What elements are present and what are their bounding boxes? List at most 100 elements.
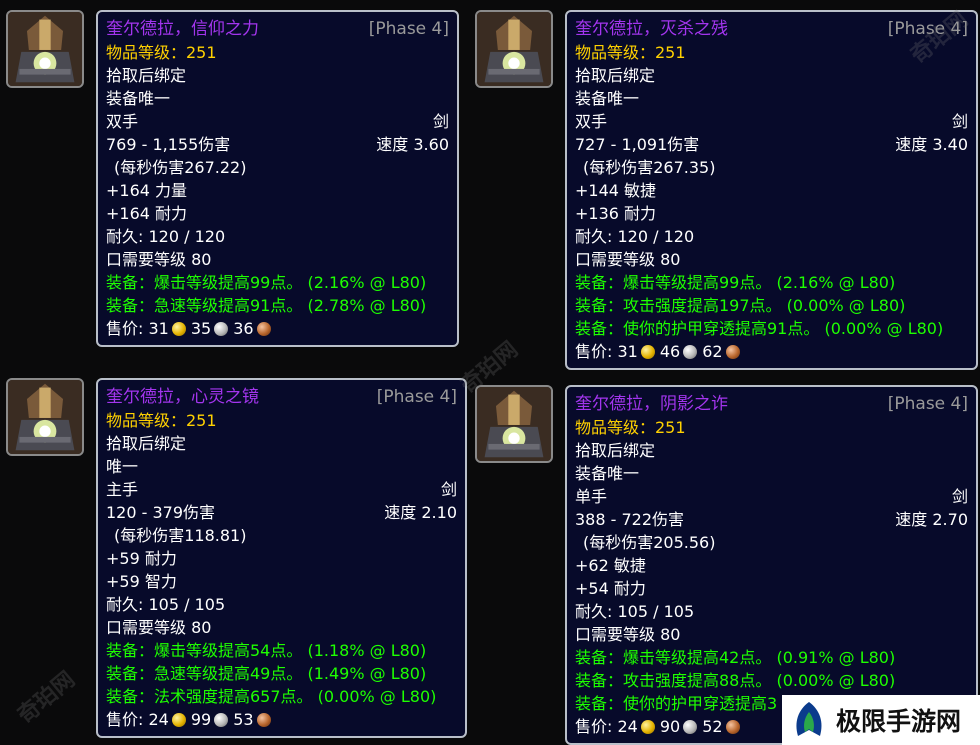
sell-price: 售价: 31 35 36 <box>106 317 449 340</box>
slot-label: 单手 <box>575 487 608 506</box>
unique-label: 装备唯一 <box>575 464 640 483</box>
bind-type: 拾取后绑定 <box>575 441 656 460</box>
sell-price: 售价: 31 46 62 <box>575 340 968 363</box>
equip-effect: 装备：急速等级提高49点。 (1.49% @ L80) <box>106 664 427 683</box>
equip-effect: 装备：爆击等级提高42点。 (0.91% @ L80) <box>575 648 896 667</box>
item-tooltip: 奎尔德拉，信仰之力 [Phase 4] 物品等级：251 拾取后绑定 装备唯一 双… <box>96 10 459 347</box>
weapon-type: 剑 <box>951 487 968 506</box>
silver-coin-icon <box>683 344 698 359</box>
sell-price-label: 售价: <box>575 717 613 736</box>
gold-coin-icon <box>171 712 186 727</box>
item-tooltip: 奎尔德拉，阴影之诈 [Phase 4] 物品等级：251 拾取后绑定 装备唯一 单… <box>565 385 978 745</box>
durability: 耐久: 120 / 120 <box>106 227 226 246</box>
sell-price-label: 售价: <box>575 342 613 361</box>
silver-coin-icon <box>214 321 229 336</box>
slot-label: 双手 <box>106 112 139 131</box>
dps-value: (每秒伤害205.56) <box>583 533 716 552</box>
silver-amount: 90 <box>659 717 681 736</box>
sell-price: 售价: 24 99 53 <box>106 708 457 731</box>
item-tooltip: 奎尔德拉，灭杀之残 [Phase 4] 物品等级：251 拾取后绑定 装备唯一 双… <box>565 10 978 370</box>
stat-line: +144 敏捷 <box>575 181 657 200</box>
item-level: 物品等级：251 <box>106 43 217 62</box>
copper-amount: 52 <box>702 717 723 736</box>
watermark: 奇珀网 <box>13 667 80 729</box>
bind-type: 拾取后绑定 <box>575 66 656 85</box>
item-icon-sword-3[interactable] <box>6 378 84 456</box>
dps-value: (每秒伤害267.22) <box>114 158 247 177</box>
item-name[interactable]: 奎尔德拉，信仰之力 <box>106 18 259 41</box>
silver-amount: 99 <box>190 710 212 729</box>
weapon-type: 剑 <box>440 480 457 499</box>
required-level: 口需要等级 80 <box>575 625 681 644</box>
silver-coin-icon <box>683 719 698 734</box>
copper-coin-icon <box>725 344 740 359</box>
sell-price-label: 售价: <box>106 319 144 338</box>
phase-label: [Phase 4] <box>887 394 968 414</box>
dps-value: (每秒伤害118.81) <box>114 526 247 545</box>
durability: 耐久: 105 / 105 <box>106 595 226 614</box>
unique-label: 唯一 <box>106 457 139 476</box>
damage-range: 388 - 722伤害 <box>575 510 685 529</box>
slot-label: 双手 <box>575 112 608 131</box>
durability: 耐久: 120 / 120 <box>575 227 695 246</box>
required-level: 口需要等级 80 <box>106 250 212 269</box>
unique-label: 装备唯一 <box>575 89 640 108</box>
copper-coin-icon <box>256 712 271 727</box>
item-name[interactable]: 奎尔德拉，阴影之诈 <box>575 393 728 416</box>
copper-amount: 36 <box>233 319 254 338</box>
gold-amount: 24 <box>617 717 638 736</box>
bind-type: 拾取后绑定 <box>106 66 187 85</box>
silver-coin-icon <box>214 712 229 727</box>
weapon-speed: 速度 2.70 <box>895 510 968 529</box>
damage-range: 769 - 1,155伤害 <box>106 135 231 154</box>
silver-amount: 35 <box>190 319 212 338</box>
damage-range: 727 - 1,091伤害 <box>575 135 700 154</box>
item-icon-sword-1[interactable] <box>6 10 84 88</box>
equip-effect: 装备：攻击强度提高88点。 (0.00% @ L80) <box>575 671 896 690</box>
stat-line: +136 耐力 <box>575 204 657 223</box>
gold-amount: 31 <box>148 319 169 338</box>
equip-effect: 装备：爆击等级提高99点。 (2.16% @ L80) <box>106 273 427 292</box>
required-level: 口需要等级 80 <box>575 250 681 269</box>
item-level: 物品等级：251 <box>575 418 686 437</box>
copper-amount: 62 <box>702 342 723 361</box>
stat-line: +54 耐力 <box>575 579 646 598</box>
item-icon-sword-2[interactable] <box>475 10 553 88</box>
durability: 耐久: 105 / 105 <box>575 602 695 621</box>
item-level: 物品等级：251 <box>106 411 217 430</box>
stat-line: +59 耐力 <box>106 549 177 568</box>
equip-effect: 装备：爆击等级提高99点。 (2.16% @ L80) <box>575 273 896 292</box>
phase-label: [Phase 4] <box>368 19 449 39</box>
slot-label: 主手 <box>106 480 139 499</box>
phase-label: [Phase 4] <box>376 387 457 407</box>
item-icon-sword-4[interactable] <box>475 385 553 463</box>
copper-coin-icon <box>256 321 271 336</box>
unique-label: 装备唯一 <box>106 89 171 108</box>
weapon-type: 剑 <box>432 112 449 131</box>
silver-amount: 46 <box>659 342 681 361</box>
site-badge-text: 极限手游网 <box>836 707 962 736</box>
stat-line: +62 敏捷 <box>575 556 646 575</box>
dps-value: (每秒伤害267.35) <box>583 158 716 177</box>
site-logo-icon <box>796 702 822 736</box>
required-level: 口需要等级 80 <box>106 618 212 637</box>
bind-type: 拾取后绑定 <box>106 434 187 453</box>
site-badge[interactable]: 极限手游网 <box>782 695 980 745</box>
equip-effect: 装备：法术强度提高657点。 (0.00% @ L80) <box>106 687 437 706</box>
copper-coin-icon <box>725 719 740 734</box>
equip-effect: 装备：攻击强度提高197点。 (0.00% @ L80) <box>575 296 906 315</box>
sell-price-label: 售价: <box>106 710 144 729</box>
copper-amount: 53 <box>233 710 254 729</box>
equip-effect: 装备：爆击等级提高54点。 (1.18% @ L80) <box>106 641 427 660</box>
item-name[interactable]: 奎尔德拉，心灵之镜 <box>106 386 259 409</box>
gold-coin-icon <box>171 321 186 336</box>
equip-effect: 装备：急速等级提高91点。 (2.78% @ L80) <box>106 296 427 315</box>
weapon-speed: 速度 3.60 <box>376 135 449 154</box>
item-name[interactable]: 奎尔德拉，灭杀之残 <box>575 18 728 41</box>
equip-effect: 装备：使你的护甲穿透提高91点。 (0.00% @ L80) <box>575 319 944 338</box>
stat-line: +164 力量 <box>106 181 188 200</box>
gold-amount: 31 <box>617 342 638 361</box>
stat-line: +164 耐力 <box>106 204 188 223</box>
weapon-type: 剑 <box>951 112 968 131</box>
weapon-speed: 速度 2.10 <box>384 503 457 522</box>
